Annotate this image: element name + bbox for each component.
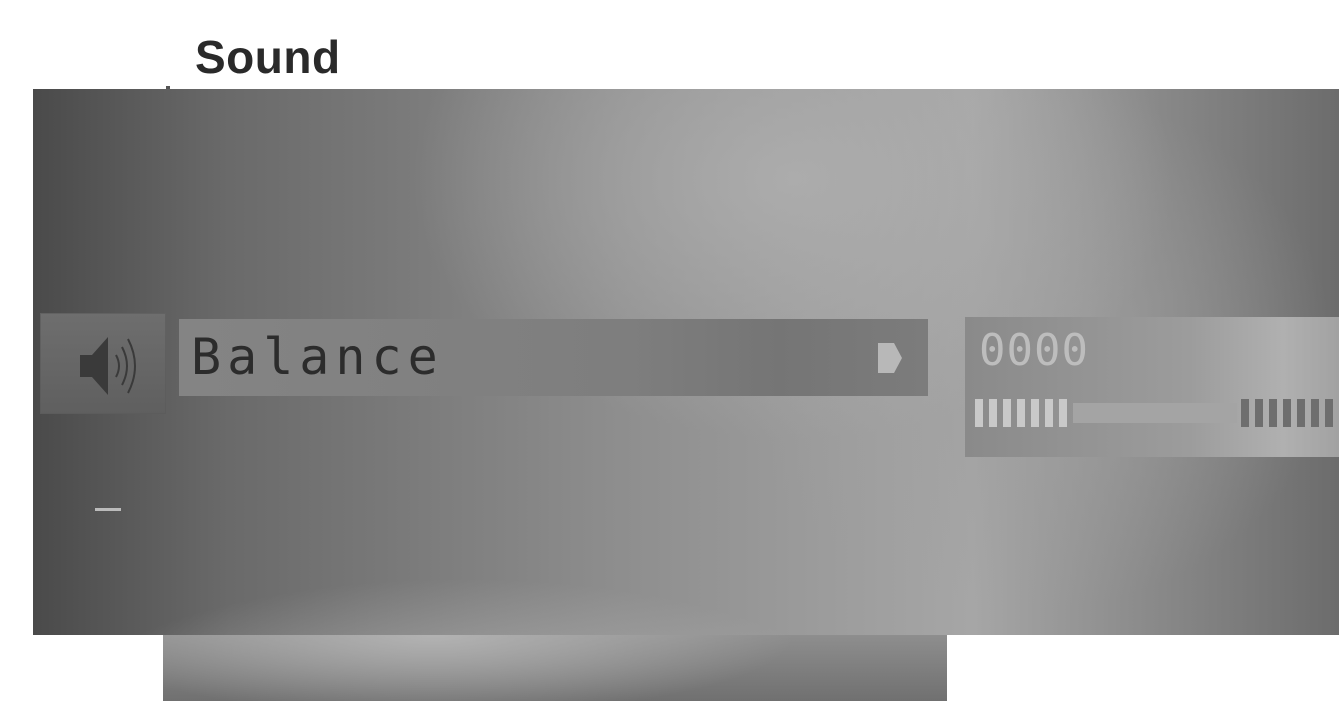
balance-segment-left (1017, 399, 1025, 427)
menu-item-balance[interactable]: Balance (179, 319, 928, 396)
balance-segment-right (1269, 399, 1277, 427)
arrow-right-icon (878, 343, 902, 373)
balance-segment-left (975, 399, 983, 427)
balance-segment-right (1297, 399, 1305, 427)
osd-menu-panel-bottom (163, 635, 947, 701)
sound-section-tab[interactable] (40, 313, 166, 414)
balance-segment-right (1325, 399, 1333, 427)
balance-segment-left (1045, 399, 1053, 427)
page-title: Sound (195, 31, 341, 83)
balance-segment-left (989, 399, 997, 427)
balance-segment-right (1241, 399, 1249, 427)
balance-segment-right (1255, 399, 1263, 427)
balance-readout: 0000 (979, 325, 1089, 376)
balance-segment-left (1059, 399, 1067, 427)
balance-value-box: 0000 (965, 317, 1339, 457)
dash-mark (95, 508, 121, 511)
balance-slider[interactable] (973, 397, 1339, 429)
balance-segment-right (1311, 399, 1319, 427)
balance-segment-left (1003, 399, 1011, 427)
balance-track (1073, 403, 1237, 423)
menu-item-label: Balance (191, 328, 444, 386)
balance-segment-right (1283, 399, 1291, 427)
balance-segment-left (1031, 399, 1039, 427)
speaker-icon (80, 337, 136, 395)
